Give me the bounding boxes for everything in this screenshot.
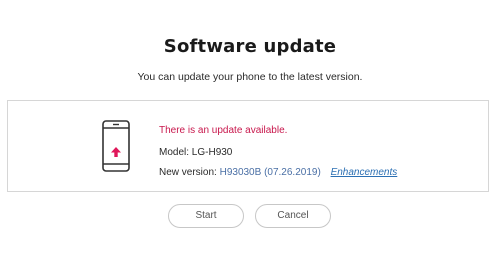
dialog-subtitle: You can update your phone to the latest … (137, 71, 363, 83)
version-row: New version: H93030B (07.26.2019) Enhanc… (159, 166, 397, 180)
update-info-panel: There is an update available. Model: LG-… (7, 100, 489, 192)
dialog-title: Software update (163, 36, 337, 57)
software-update-dialog: Software update You can update your phon… (0, 0, 500, 267)
cancel-button[interactable]: Cancel (255, 204, 331, 228)
version-value: H93030B (07.26.2019) (219, 167, 321, 178)
version-label: New version: (159, 167, 217, 178)
update-details: There is an update available. Model: LG-… (159, 124, 397, 186)
start-button[interactable]: Start (168, 204, 244, 228)
model-label: Model: (159, 147, 190, 158)
update-available-text: There is an update available. (159, 125, 288, 136)
model-row: Model: LG-H930 (159, 146, 397, 160)
enhancements-link[interactable]: Enhancements (331, 167, 398, 178)
model-value: LG-H930 (191, 147, 233, 158)
phone-update-icon (102, 120, 130, 172)
